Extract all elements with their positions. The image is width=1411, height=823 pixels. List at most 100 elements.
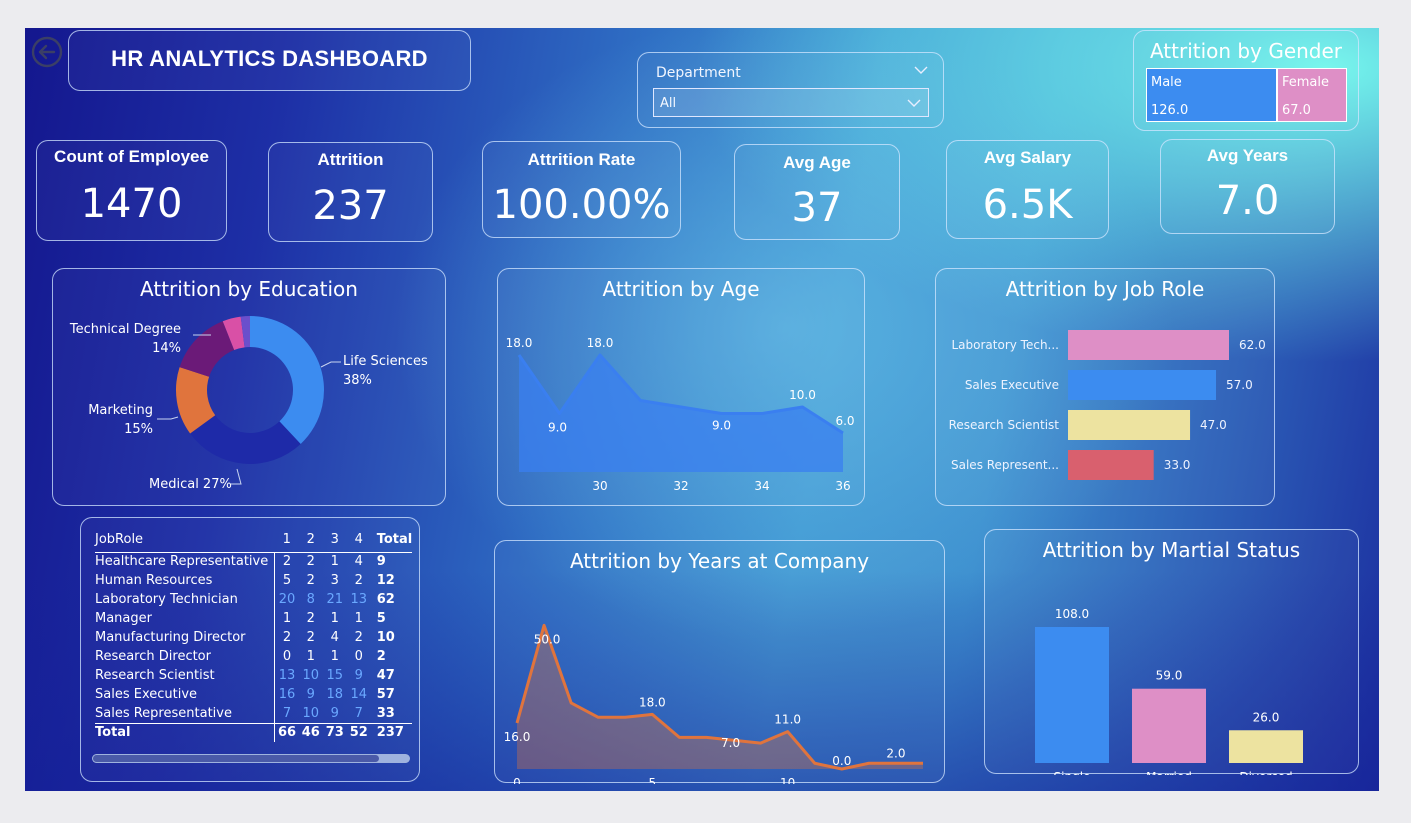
x-tick-label: 10: [780, 776, 795, 784]
row-total: 62: [376, 592, 395, 607]
kpi-label: Avg Years: [1206, 146, 1289, 165]
category-label: Married: [1146, 770, 1192, 775]
data-label: 16.0: [504, 730, 531, 744]
horizontal-scrollbar[interactable]: [92, 754, 410, 763]
table-cell: 4: [354, 554, 363, 570]
table-cell: 13: [278, 668, 296, 683]
data-label: 62.0: [1239, 338, 1266, 352]
table-cell: 66: [274, 722, 299, 742]
table-cell: 52: [346, 722, 371, 742]
bar[interactable]: [1068, 370, 1217, 400]
column-header-2[interactable]: 2: [298, 528, 323, 553]
row-label: Laboratory Technician: [95, 590, 276, 609]
column-header-1[interactable]: 1: [274, 528, 299, 553]
attrition-by-age-card: Attrition by Age 18.0 9.0 18.0 9.0 10.0 6.0 30…: [497, 268, 865, 506]
leader-line: [320, 361, 341, 368]
bar[interactable]: [1035, 627, 1109, 763]
table-cell: 0: [282, 649, 292, 664]
chevron-down-icon[interactable]: [913, 62, 929, 78]
education-donut-chart: Life Sciences 38% Technical Degree 14% M…: [69, 316, 428, 492]
title-card: HR ANALYTICS DASHBOARD: [68, 30, 471, 91]
kpi-value: 1470: [80, 181, 183, 227]
back-arrow-icon[interactable]: [31, 36, 63, 68]
row-total: 57: [376, 687, 395, 702]
row-label: Sales Representative: [95, 704, 276, 723]
table-row[interactable]: Manufacturing Director 2 2 4 2 10: [95, 628, 412, 647]
kpi-avg-years: Avg Years 7.0: [1160, 139, 1335, 234]
leader-line: [157, 416, 179, 420]
data-label: 7.0: [721, 736, 740, 750]
table-cell: 2: [282, 630, 292, 645]
column-header-jobrole[interactable]: JobRole: [95, 528, 275, 553]
kpi-value: 6.5K: [982, 182, 1073, 228]
table-row[interactable]: Human Resources 5 2 3 2 12: [95, 571, 412, 590]
age-area-chart: 18.0 9.0 18.0 9.0 10.0 6.0 30 32 34 36: [506, 336, 855, 493]
data-label: 2.0: [886, 746, 905, 760]
gender-female-tile[interactable]: Female 67.0: [1277, 68, 1347, 122]
total-row[interactable]: Total 66 46 73 52 237: [95, 722, 413, 742]
category-label: Sales Represent...: [951, 458, 1059, 472]
row-total: 12: [376, 573, 395, 588]
table-cell: 2: [306, 611, 315, 626]
bar[interactable]: [1229, 730, 1303, 763]
table-cell: 3: [330, 573, 339, 588]
table-cell: 2: [282, 554, 292, 570]
data-label: 18.0: [506, 336, 533, 350]
donut-slice-life-sciences[interactable]: [250, 316, 324, 444]
table-cell: 1: [330, 649, 339, 664]
category-label: Research Scientist: [949, 418, 1060, 432]
kpi-label: Attrition: [317, 150, 384, 169]
table-cell: 7: [354, 705, 363, 721]
dashboard-canvas: HR ANALYTICS DASHBOARD Department All At…: [25, 28, 1379, 791]
slicer-label: Department: [656, 65, 741, 81]
table-row[interactable]: Laboratory Technician 20 8 21 13 62: [95, 590, 412, 609]
table-cell: 21: [326, 592, 343, 607]
scrollbar-thumb[interactable]: [93, 755, 379, 762]
row-total: 9: [376, 554, 386, 570]
table-cell: 9: [306, 687, 315, 702]
row-label: Research Scientist: [95, 666, 276, 685]
bar[interactable]: [1132, 688, 1206, 763]
table-row[interactable]: Healthcare Representative 2 2 1 4 9: [95, 552, 412, 571]
bar[interactable]: [1068, 410, 1191, 440]
column-header-4[interactable]: 4: [346, 528, 371, 553]
table-row[interactable]: Research Scientist 13 10 15 9 47: [95, 666, 412, 685]
years-area-chart: 16.0 50.0 18.0 7.0 11.0 0.0 2.0 0 5 10: [504, 623, 923, 784]
bar[interactable]: [1068, 450, 1154, 480]
table-row[interactable]: Sales Representative 7 10 9 7 33: [95, 704, 412, 723]
donut-slice-technical-degree[interactable]: [179, 321, 235, 377]
attrition-by-education-card: Attrition by Education Life Sciences 38%…: [52, 268, 446, 506]
table-row[interactable]: Manager 1 2 1 1 5: [95, 609, 412, 628]
gender-male-tile[interactable]: Male 126.0: [1146, 68, 1277, 122]
data-label: 0.0: [832, 754, 851, 768]
attrition-by-marital-card: Attrition by Martial Status 108.0Single5…: [984, 529, 1359, 775]
kpi-label: Avg Age: [783, 153, 851, 172]
data-label: 50.0: [534, 632, 561, 646]
department-dropdown[interactable]: All: [653, 88, 929, 117]
row-label: Healthcare Representative: [95, 552, 276, 571]
data-label: 9.0: [712, 419, 731, 433]
data-label: 26.0: [1253, 710, 1280, 724]
job-role-bar-chart: Laboratory Tech... 62.0 Sales Executive 57.…: [949, 330, 1266, 480]
table-cell: 9: [354, 668, 363, 683]
table-cell: 1: [330, 611, 339, 626]
matrix-grid: JobRole 1 2 3 4 Total Healthcare Represe…: [95, 528, 413, 742]
table-row[interactable]: Sales Executive 16 9 18 14 57: [95, 685, 412, 704]
bar[interactable]: [1068, 330, 1229, 360]
data-label: 57.0: [1226, 378, 1253, 392]
data-label: 11.0: [774, 713, 801, 727]
table-cell: 1: [330, 554, 339, 570]
row-label: Human Resources: [95, 571, 276, 590]
table-row[interactable]: Research Director 0 1 1 0 2: [95, 647, 412, 666]
x-tick-label: 36: [835, 479, 850, 493]
matrix-body: Healthcare Representative 2 2 1 4 9 Human Reso…: [95, 552, 413, 742]
table-cell: 1: [354, 611, 363, 626]
column-header-3[interactable]: 3: [322, 528, 347, 553]
column-header-total[interactable]: Total: [370, 528, 413, 553]
data-label: 6.0: [835, 414, 854, 428]
row-label: Sales Executive: [95, 685, 276, 704]
slice-label-marketing: Marketing: [88, 403, 153, 418]
table-cell: 14: [350, 687, 367, 702]
table-cell: 16: [278, 687, 296, 702]
row-total: 2: [376, 649, 386, 664]
